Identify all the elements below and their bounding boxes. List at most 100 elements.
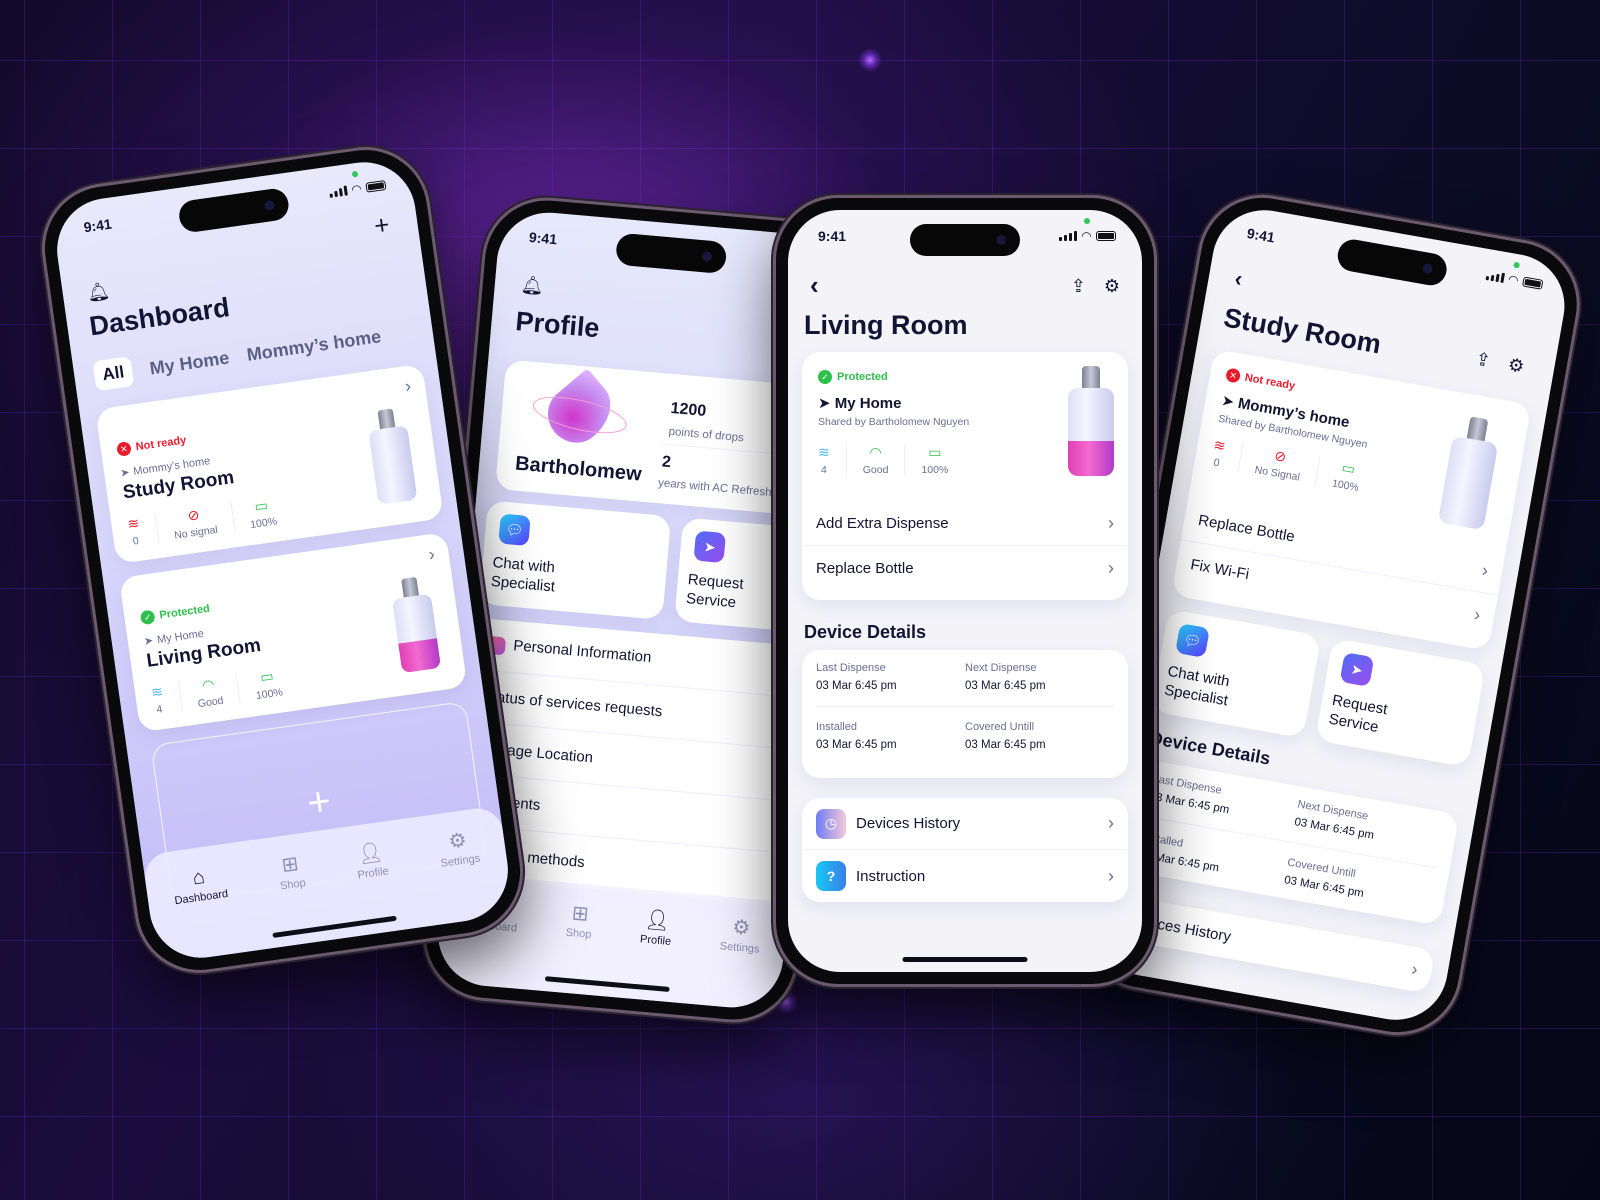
metric-value: 100% (249, 515, 278, 532)
tab-my-home[interactable]: My Home (148, 347, 230, 379)
wind-icon: ≋ (126, 514, 141, 533)
tab-settings[interactable]: ⚙ Settings (715, 916, 762, 1009)
battery-icon: ▭ (259, 667, 275, 686)
fan-metric: ≋ 4 (134, 680, 183, 719)
battery-metric: ▭ 100% (231, 493, 294, 533)
wifi-off-icon: ⊘ (186, 506, 201, 524)
fan-metric: ≋ 0 (1193, 433, 1244, 473)
metric-value: Good (862, 464, 889, 476)
wifi-icon: ◠ (350, 181, 363, 197)
wind-icon: ≋ (150, 683, 164, 701)
action-replace-bottle[interactable]: Replace Bottle › (802, 546, 1128, 590)
status-badge: ✓ Protected (139, 602, 211, 626)
device-card-living-room[interactable]: › ✓ Protected ➤ My Home Living Room ≋ 4 ◠ Go… (118, 532, 468, 733)
wind-icon: ≋ (818, 444, 830, 460)
gear-icon[interactable]: ⚙ (1506, 354, 1525, 377)
tab-label: Dashboard (173, 887, 229, 908)
privacy-dot (351, 170, 359, 178)
home-name: ➤ My Home (818, 395, 902, 412)
bottle-illustration (366, 407, 418, 505)
grid-icon: ⊞ (280, 852, 300, 877)
action-add-extra-dispense[interactable]: Add Extra Dispense › (802, 502, 1128, 546)
bottle-fill (398, 638, 442, 674)
bottle-illustration (1437, 414, 1502, 531)
detail-last-dispense: Last Dispense 03 Mar 6:45 pm (816, 662, 965, 692)
wifi-metric: ◠ Good (847, 444, 906, 476)
share-icon[interactable]: ⇪ (1071, 276, 1086, 297)
section-title: Device Details (804, 622, 927, 642)
detail-label: Covered Untill (965, 721, 1035, 733)
page-title: Study Room (1221, 302, 1384, 360)
gear-icon[interactable]: ⚙ (1104, 276, 1120, 297)
tab-label: Profile (639, 933, 672, 948)
fan-metric: ≋ 4 (802, 444, 847, 476)
link-devices-history[interactable]: ◷ Devices History › (802, 798, 1128, 850)
metric-value: 0 (132, 534, 140, 548)
status-badge: ✓ Protected (818, 370, 888, 384)
metric-value: 100% (921, 464, 949, 476)
battery-icon (365, 180, 387, 193)
chevron-right-icon: › (1410, 958, 1420, 979)
share-icon[interactable]: ⇪ (1474, 349, 1492, 372)
points-value: 1200 (669, 399, 707, 420)
send-plane-icon: ➤ (693, 530, 727, 564)
wifi-metric: ⊘ No Signal (1238, 441, 1321, 487)
battery-icon: ▭ (1340, 458, 1357, 478)
tab-all[interactable]: All (92, 356, 135, 392)
chevron-right-icon: › (1108, 813, 1114, 833)
detail-covered-until: Covered Untill 03 Mar 6:45 pm (1283, 856, 1433, 911)
tab-label: Settings (719, 940, 760, 956)
clock-icon: ◷ (816, 808, 846, 839)
device-card: ✕ Not ready ➤ Mommy’s home Shared by Bart… (1171, 348, 1532, 652)
metric-value: Good (197, 694, 225, 711)
detail-installed: Installed 03 Mar 6:45 pm (816, 721, 965, 751)
chat-specialist-button[interactable]: 💬︎ Chat with Specialist (1150, 608, 1322, 739)
bell-icon[interactable]: 🔔︎ (520, 274, 545, 297)
device-card: ✓ Protected ➤ My Home Shared by Bartholom… (802, 352, 1128, 600)
status-bar: 9:41 ◠ (83, 177, 387, 235)
chevron-right-icon: › (1108, 513, 1114, 533)
bottle-illustration (1068, 366, 1114, 476)
fan-metric: ≋ 0 (110, 512, 160, 551)
status-text: Protected (837, 371, 888, 383)
tab-dashboard[interactable]: ⌂Dashboard (171, 864, 237, 961)
home-label: My Home (834, 395, 902, 412)
menu-label: Personal Information (512, 637, 652, 667)
status-text: Not ready (135, 434, 187, 454)
chevron-right-icon: › (403, 375, 413, 397)
request-service-button[interactable]: ➤ Request Service (1315, 637, 1486, 768)
link-instruction[interactable]: ? Instruction › (802, 850, 1128, 902)
detail-label: Last Dispense (816, 662, 886, 674)
chat-specialist-label: Chat with Specialist (1163, 662, 1231, 710)
status-text: Not ready (1243, 371, 1296, 393)
bell-icon[interactable]: 🔔︎ (86, 281, 112, 305)
status-time: 9:41 (528, 228, 558, 248)
metric-value: 4 (820, 464, 827, 476)
chat-specialist-button[interactable]: 💬︎ Chat with Specialist (478, 500, 672, 620)
status-time: 9:41 (1245, 224, 1277, 246)
battery-icon (1521, 276, 1544, 290)
detail-value: 03 Mar 6:45 pm (965, 739, 1046, 751)
detail-value: 03 Mar 6:45 pm (816, 680, 897, 692)
detail-label: Next Dispense (965, 662, 1037, 674)
bottle-illustration (389, 575, 442, 674)
status-text: Protected (158, 602, 211, 622)
shared-by: Shared by Bartholomew Nguyen (818, 416, 970, 428)
chevron-right-icon: › (1480, 559, 1490, 581)
back-button[interactable]: ‹ (1233, 266, 1245, 293)
gear-icon: ⚙ (731, 916, 752, 940)
detail-next-dispense: Next Dispense 03 Mar 6:45 pm (965, 662, 1114, 692)
tab-mommys-home[interactable]: Mommy’s home (245, 326, 382, 366)
battery-icon: ▭ (928, 444, 942, 460)
add-device-button[interactable]: + (372, 209, 391, 242)
error-icon: ✕ (1225, 367, 1242, 384)
back-button[interactable]: ‹ (810, 270, 819, 301)
points-label: points of drops (668, 425, 745, 445)
privacy-dot (1513, 261, 1521, 269)
tab-settings[interactable]: ⚙ Settings (437, 829, 489, 924)
send-plane-icon: ➤ (1339, 652, 1375, 687)
device-card-study-room[interactable]: › ✕ Not ready ➤ Mommy’s home Study Room ≋ 0… (95, 363, 444, 565)
glow-sparkle (858, 48, 882, 72)
link-label: Instruction (856, 867, 926, 885)
detail-value: 03 Mar 6:45 pm (965, 680, 1046, 692)
